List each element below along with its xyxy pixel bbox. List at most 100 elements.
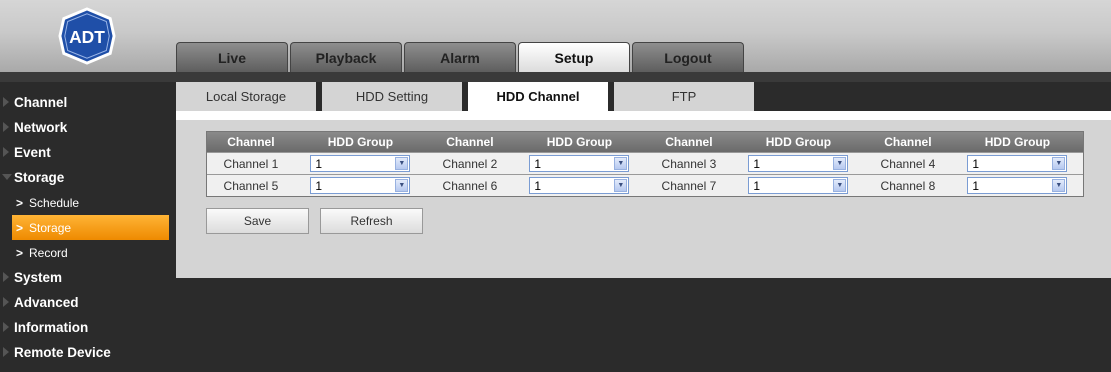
collapsed-triangle-icon [3, 322, 9, 332]
sidebar-item-label: Channel [14, 95, 68, 110]
select-value: 1 [315, 178, 323, 193]
sidebar-subitem-label: Record [29, 245, 68, 260]
sidebar-item-label: Advanced [14, 295, 79, 310]
column-header: HDD Group [327, 135, 394, 149]
select-value: 1 [753, 156, 761, 171]
sidebar-subitem-schedule[interactable]: > Schedule [0, 190, 174, 215]
channel-label: Channel 4 [880, 156, 936, 171]
hdd-channel-table: Channel HDD Group Channel HDD Group Chan… [206, 131, 1084, 197]
sidebar-item-storage[interactable]: Storage [0, 165, 174, 190]
sidebar-item-label: Network [14, 120, 68, 135]
refresh-button[interactable]: Refresh [320, 208, 423, 234]
chevron-down-icon[interactable]: ▼ [1052, 179, 1066, 192]
tab-alarm[interactable]: Alarm [404, 42, 516, 72]
hdd-group-select[interactable]: 1 ▼ [529, 155, 630, 172]
tab-logout[interactable]: Logout [632, 42, 744, 72]
channel-label: Channel 8 [880, 178, 936, 193]
tab-playback[interactable]: Playback [290, 42, 402, 72]
hdd-group-cell: 1 ▼ [733, 175, 864, 196]
nav-strip [0, 72, 1111, 82]
sidebar-item-network[interactable]: Network [0, 115, 174, 140]
sidebar-item-channel[interactable]: Channel [0, 90, 174, 115]
sidebar-item-label: Remote Device [14, 345, 111, 360]
collapsed-triangle-icon [3, 97, 9, 107]
hdd-group-select[interactable]: 1 ▼ [310, 155, 411, 172]
main-nav-tabs: Live Playback Alarm Setup Logout [176, 42, 744, 72]
channel-label: Channel 3 [661, 156, 717, 171]
channel-label: Channel 7 [661, 178, 717, 193]
channel-label: Channel 1 [223, 156, 279, 171]
hdd-group-select[interactable]: 1 ▼ [310, 177, 411, 194]
sidebar-item-remote-device[interactable]: Remote Device [0, 340, 174, 365]
column-header: Channel [446, 135, 494, 149]
chevron-right-icon: > [16, 220, 24, 235]
hdd-group-select[interactable]: 1 ▼ [967, 155, 1068, 172]
sidebar-item-advanced[interactable]: Advanced [0, 290, 174, 315]
adt-logo: ADT [58, 7, 116, 65]
channel-label: Channel 6 [442, 178, 498, 193]
expanded-triangle-icon [2, 174, 12, 180]
save-button[interactable]: Save [206, 208, 309, 234]
sidebar: Channel Network Event Storage > Schedule … [0, 82, 174, 372]
select-value: 1 [534, 178, 542, 193]
hdd-group-select[interactable]: 1 ▼ [748, 155, 849, 172]
channel-label: Channel 2 [442, 156, 498, 171]
select-value: 1 [753, 178, 761, 193]
sidebar-subitem-record[interactable]: > Record [0, 240, 174, 265]
sub-tabs: Local Storage HDD Setting HDD Channel FT… [176, 82, 754, 111]
hdd-group-select[interactable]: 1 ▼ [748, 177, 849, 194]
column-header: HDD Group [984, 135, 1051, 149]
chevron-down-icon[interactable]: ▼ [833, 157, 847, 170]
subtab-local-storage[interactable]: Local Storage [176, 82, 316, 111]
hdd-group-cell: 1 ▼ [952, 153, 1083, 174]
sidebar-item-label: System [14, 270, 63, 285]
sidebar-item-system[interactable]: System [0, 265, 174, 290]
hdd-group-cell: 1 ▼ [952, 175, 1083, 196]
sidebar-item-label: Storage [14, 170, 65, 185]
chevron-right-icon: > [16, 245, 24, 260]
hdd-group-cell: 1 ▼ [514, 153, 645, 174]
column-header: Channel [665, 135, 713, 149]
table-header-row: Channel HDD Group Channel HDD Group Chan… [207, 132, 1083, 152]
chevron-right-icon: > [16, 195, 24, 210]
subtab-ftp[interactable]: FTP [614, 82, 754, 111]
chevron-down-icon[interactable]: ▼ [1052, 157, 1066, 170]
chevron-down-icon[interactable]: ▼ [833, 179, 847, 192]
collapsed-triangle-icon [3, 297, 9, 307]
sidebar-item-information[interactable]: Information [0, 315, 174, 340]
tab-underline [176, 111, 1111, 120]
sidebar-item-label: Event [14, 145, 51, 160]
sidebar-subitem-label: Storage [29, 220, 72, 235]
collapsed-triangle-icon [3, 122, 9, 132]
sidebar-item-event[interactable]: Event [0, 140, 174, 165]
logo-container: ADT [0, 0, 174, 72]
column-header: Channel [884, 135, 932, 149]
collapsed-triangle-icon [3, 347, 9, 357]
subtab-hdd-channel[interactable]: HDD Channel [468, 82, 608, 111]
collapsed-triangle-icon [3, 272, 9, 282]
tab-live[interactable]: Live [176, 42, 288, 72]
tab-setup[interactable]: Setup [518, 42, 630, 72]
sidebar-subitem-label: Schedule [29, 195, 80, 210]
hdd-group-select[interactable]: 1 ▼ [529, 177, 630, 194]
column-header: HDD Group [765, 135, 832, 149]
subtab-hdd-setting[interactable]: HDD Setting [322, 82, 462, 111]
channel-label: Channel 5 [223, 178, 279, 193]
hdd-group-cell: 1 ▼ [514, 175, 645, 196]
chevron-down-icon[interactable]: ▼ [395, 179, 409, 192]
sidebar-item-label: Information [14, 320, 89, 335]
hdd-group-select[interactable]: 1 ▼ [967, 177, 1068, 194]
hdd-group-cell: 1 ▼ [295, 153, 426, 174]
select-value: 1 [972, 156, 980, 171]
sidebar-subitem-storage[interactable]: > Storage [12, 215, 169, 240]
logo-text: ADT [69, 27, 105, 47]
chevron-down-icon[interactable]: ▼ [395, 157, 409, 170]
chevron-down-icon[interactable]: ▼ [614, 179, 628, 192]
table-row: Channel 5 1 ▼ Channel 6 1 ▼ Channel 7 1 ▼ C… [207, 174, 1083, 196]
column-header: Channel [227, 135, 275, 149]
select-value: 1 [315, 156, 323, 171]
column-header: HDD Group [546, 135, 613, 149]
chevron-down-icon[interactable]: ▼ [614, 157, 628, 170]
collapsed-triangle-icon [3, 147, 9, 157]
hdd-group-cell: 1 ▼ [733, 153, 864, 174]
